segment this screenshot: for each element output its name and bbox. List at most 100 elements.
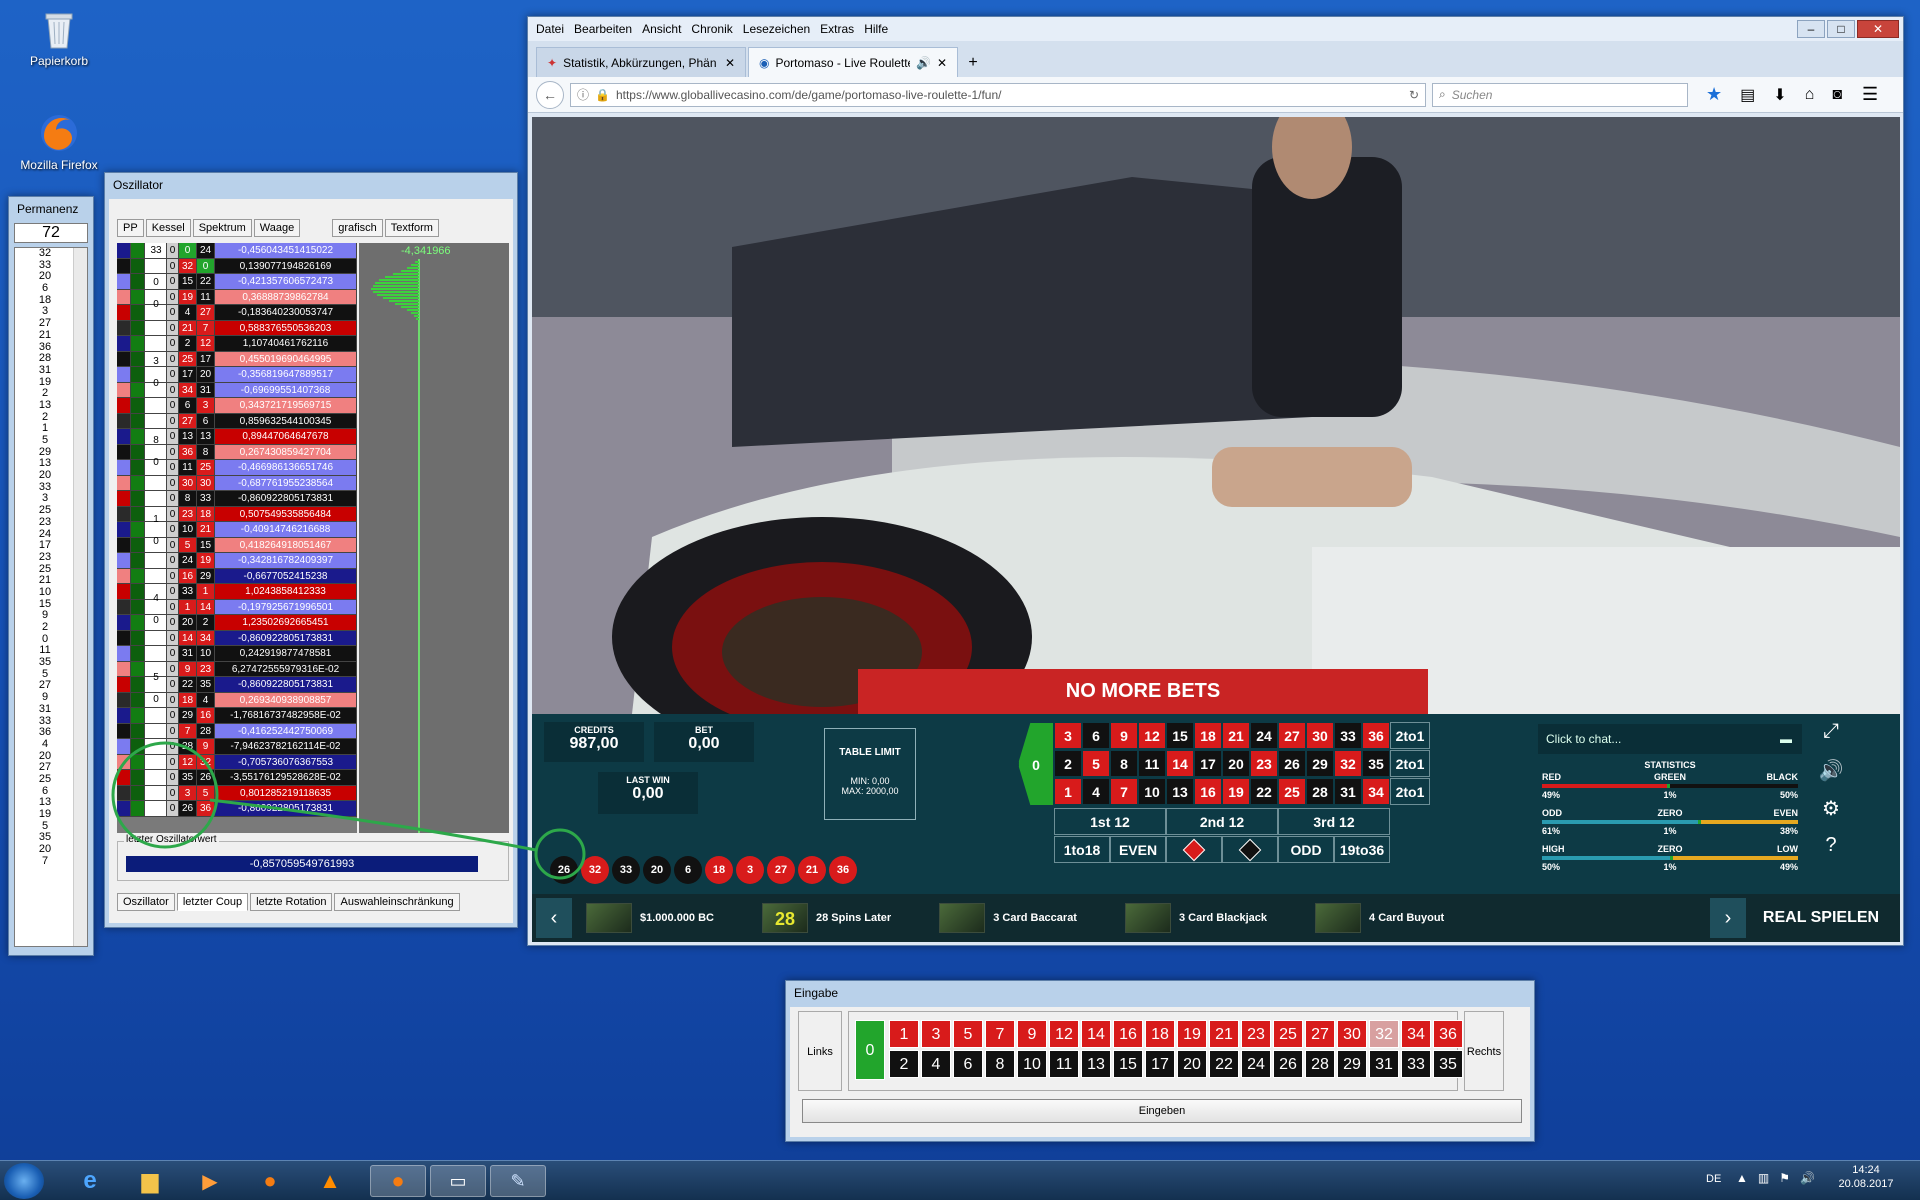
eingabe-number-2[interactable]: 2 (889, 1050, 919, 1078)
tab-letzte-rotation[interactable]: letzte Rotation (250, 893, 333, 911)
eingabe-number-24[interactable]: 24 (1241, 1050, 1271, 1078)
eingabe-number-23[interactable]: 23 (1241, 1020, 1271, 1048)
eingabe-number-10[interactable]: 10 (1017, 1050, 1047, 1078)
permanenz-item[interactable]: 20 (15, 469, 75, 482)
permanenz-list[interactable]: 32 33 20 6 18 3 27 21 36 28 31 19 2 13 2 1 5 29 13 20 33 3 25 2… (14, 247, 88, 947)
bet-number-10[interactable]: 10 (1138, 778, 1166, 805)
tab-letzter-coup[interactable]: letzter Coup (176, 893, 249, 911)
eingabe-number-9[interactable]: 9 (1017, 1020, 1047, 1048)
bet-two-to-one[interactable]: 2to1 (1390, 750, 1430, 777)
lobby-game-item[interactable]: 28 28 Spins Later (762, 903, 891, 933)
bet-dozen-1[interactable]: 1st 12 (1054, 808, 1166, 835)
eingabe-number-34[interactable]: 34 (1401, 1020, 1431, 1048)
tab-portomaso[interactable]: ◉ Portomaso - Live Roulette 🔊 ✕ (748, 47, 958, 77)
menu-chronik[interactable]: Chronik (691, 22, 732, 36)
eingabe-number-19[interactable]: 19 (1177, 1020, 1207, 1048)
bet-number-27[interactable]: 27 (1278, 722, 1306, 749)
chat-box[interactable]: Click to chat... ▬ (1538, 724, 1802, 754)
tab-close-icon[interactable]: ✕ (937, 56, 947, 70)
eingabe-number-14[interactable]: 14 (1081, 1020, 1111, 1048)
eingabe-number-33[interactable]: 33 (1401, 1050, 1431, 1078)
close-button[interactable]: ✕ (1857, 20, 1899, 38)
permanenz-item[interactable]: 31 (15, 703, 75, 716)
real-play-button[interactable]: REAL SPIELEN (1746, 898, 1896, 938)
sound-icon[interactable]: 🔊 (1816, 758, 1846, 796)
eingabe-number-15[interactable]: 15 (1113, 1050, 1143, 1078)
bet-number-25[interactable]: 25 (1278, 778, 1306, 805)
bet-number-14[interactable]: 14 (1166, 750, 1194, 777)
taskbar-ie[interactable]: e (62, 1165, 118, 1197)
taskbar-firefox-2[interactable]: ● (370, 1165, 426, 1197)
eingabe-number-1[interactable]: 1 (889, 1020, 919, 1048)
eingabe-number-27[interactable]: 27 (1305, 1020, 1335, 1048)
taskbar-firefox-1[interactable]: ● (242, 1165, 298, 1197)
bet-number-8[interactable]: 8 (1110, 750, 1138, 777)
eingabe-zero[interactable]: 0 (855, 1020, 885, 1080)
bet-dozen-2[interactable]: 2nd 12 (1166, 808, 1278, 835)
eingabe-number-8[interactable]: 8 (985, 1050, 1015, 1078)
info-icon[interactable]: ⓘ (577, 86, 589, 103)
links-button[interactable]: Links (798, 1011, 842, 1091)
bet-number-24[interactable]: 24 (1250, 722, 1278, 749)
menu-ansicht[interactable]: Ansicht (642, 22, 681, 36)
settings-icon[interactable]: ⚙ (1816, 796, 1846, 834)
tab-statistik[interactable]: ✦ Statistik, Abkürzungen, Phän ✕ (536, 47, 746, 77)
permanenz-item[interactable]: 35 (15, 656, 75, 669)
bet-number-30[interactable]: 30 (1306, 722, 1334, 749)
tab-textform[interactable]: Textform (384, 219, 439, 237)
bet-number-5[interactable]: 5 (1082, 750, 1110, 777)
bet-number-9[interactable]: 9 (1110, 722, 1138, 749)
eingabe-number-12[interactable]: 12 (1049, 1020, 1079, 1048)
tab-close-icon[interactable]: ✕ (725, 56, 735, 70)
permanenz-item[interactable]: 20 (15, 843, 75, 856)
bet-number-11[interactable]: 11 (1138, 750, 1166, 777)
tab-auswahleinschraenkung[interactable]: Auswahleinschränkung (334, 893, 460, 911)
menu-bearbeiten[interactable]: Bearbeiten (574, 22, 632, 36)
lobby-prev-button[interactable]: ‹ (536, 898, 572, 938)
lobby-game-item[interactable]: 3 Card Baccarat (939, 903, 1077, 933)
bet-high[interactable]: 19to36 (1334, 836, 1390, 863)
permanenz-item[interactable]: 19 (15, 808, 75, 821)
desktop-icon-firefox[interactable]: Mozilla Firefox (16, 112, 102, 172)
bet-red[interactable] (1166, 836, 1222, 863)
desktop-icon-recycle-bin[interactable]: Papierkorb (16, 8, 102, 68)
permanenz-item[interactable]: 10 (15, 586, 75, 599)
permanenz-input[interactable]: 72 (14, 223, 88, 243)
bet-number-16[interactable]: 16 (1194, 778, 1222, 805)
hamburger-menu-icon[interactable]: ☰ (1862, 84, 1878, 105)
permanenz-item[interactable]: 23 (15, 516, 75, 529)
eingabe-number-16[interactable]: 16 (1113, 1020, 1143, 1048)
bet-number-17[interactable]: 17 (1194, 750, 1222, 777)
download-icon[interactable]: ⬇ (1773, 85, 1786, 105)
speaker-icon[interactable]: 🔊 (916, 56, 931, 70)
bet-number-12[interactable]: 12 (1138, 722, 1166, 749)
eingabe-number-20[interactable]: 20 (1177, 1050, 1207, 1078)
permanenz-item[interactable]: 21 (15, 329, 75, 342)
bet-dozen-3[interactable]: 3rd 12 (1278, 808, 1390, 835)
language-indicator[interactable]: DE (1706, 1173, 1721, 1185)
maximize-button[interactable]: □ (1827, 20, 1855, 38)
eingabe-number-3[interactable]: 3 (921, 1020, 951, 1048)
lobby-game-item[interactable]: $1.000.000 BC (586, 903, 714, 933)
fullscreen-icon[interactable]: ⤢ (1816, 720, 1846, 758)
bet-number-7[interactable]: 7 (1110, 778, 1138, 805)
bet-number-13[interactable]: 13 (1166, 778, 1194, 805)
bet-number-18[interactable]: 18 (1194, 722, 1222, 749)
bet-number-20[interactable]: 20 (1222, 750, 1250, 777)
bet-number-32[interactable]: 32 (1334, 750, 1362, 777)
bet-number-28[interactable]: 28 (1306, 778, 1334, 805)
eingeben-button[interactable]: Eingeben (802, 1099, 1522, 1123)
bet-number-6[interactable]: 6 (1082, 722, 1110, 749)
url-bar[interactable]: ⓘ 🔒 https://www.globallivecasino.com/de/… (570, 82, 1426, 107)
bet-number-29[interactable]: 29 (1306, 750, 1334, 777)
bet-even[interactable]: EVEN (1110, 836, 1166, 863)
home-icon[interactable]: ⌂ (1805, 86, 1815, 104)
tab-kessel[interactable]: Kessel (145, 219, 191, 237)
network-icon[interactable]: ▥ (1758, 1171, 1769, 1185)
eingabe-number-7[interactable]: 7 (985, 1020, 1015, 1048)
reload-icon[interactable]: ↻ (1409, 88, 1419, 102)
permanenz-scrollbar[interactable] (73, 248, 87, 946)
taskbar-media[interactable]: ▶ (182, 1165, 238, 1197)
permanenz-item[interactable]: 7 (15, 855, 75, 868)
tab-waage[interactable]: Waage (253, 219, 301, 237)
